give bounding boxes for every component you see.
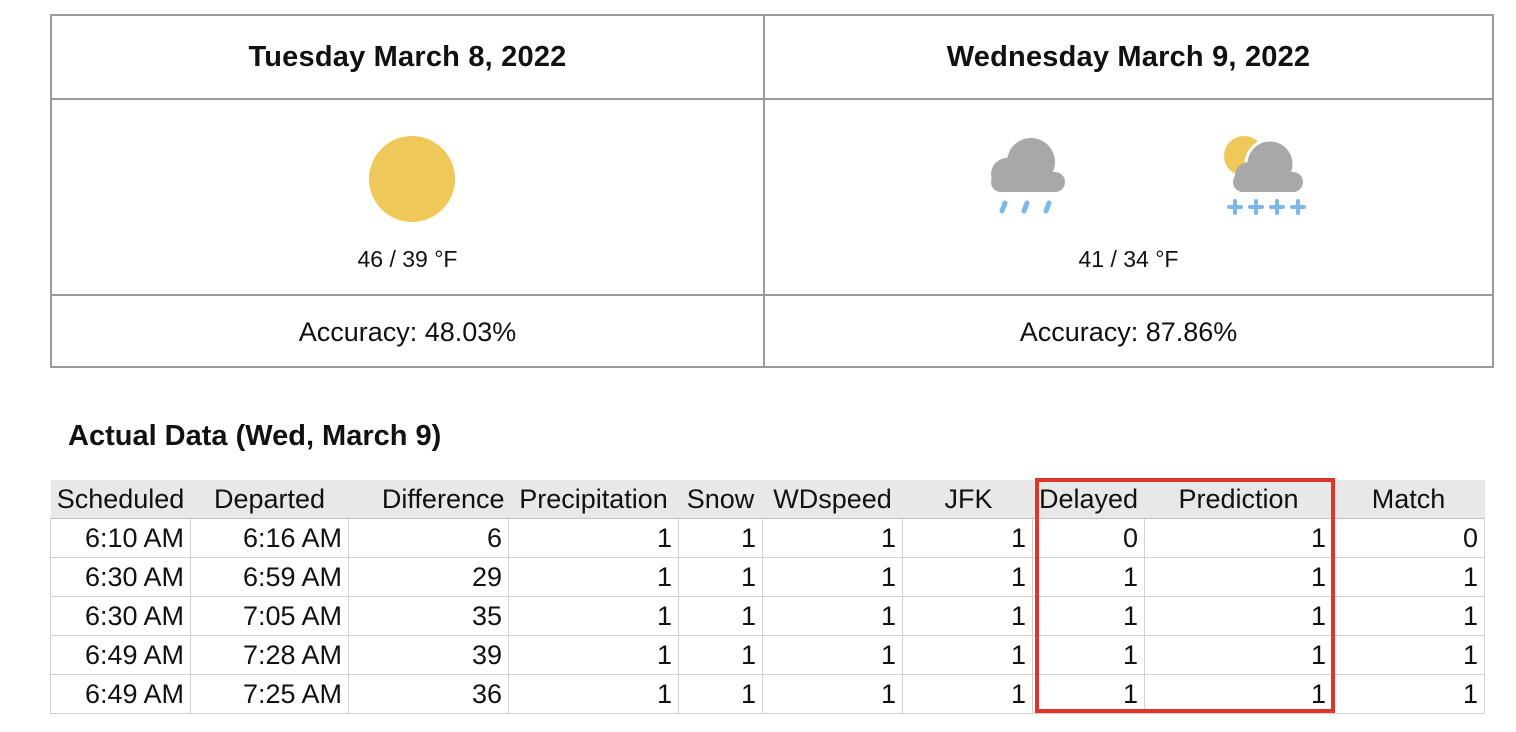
cell-difference: 35 bbox=[348, 596, 509, 636]
forecast-date: Wednesday March 9, 2022 bbox=[765, 16, 1492, 100]
forecast-temp: 46 / 39 °F bbox=[357, 246, 458, 272]
cell-snow: 1 bbox=[678, 518, 763, 558]
cell-departed: 7:25 AM bbox=[190, 674, 349, 714]
cell-difference: 6 bbox=[348, 518, 509, 558]
table-row: 6:30 AM 6:59 AM 29 1 1 1 1 1 1 1 bbox=[50, 557, 1485, 597]
forecast-icon-cell: 46 / 39 °F bbox=[52, 100, 763, 296]
cell-departed: 7:28 AM bbox=[190, 635, 349, 675]
column-header-precipitation: Precipitation bbox=[508, 480, 679, 519]
cell-precipitation: 1 bbox=[508, 518, 679, 558]
cell-jfk: 1 bbox=[902, 635, 1033, 675]
table-row: 6:49 AM 7:25 AM 36 1 1 1 1 1 1 1 bbox=[50, 674, 1485, 714]
cell-precipitation: 1 bbox=[508, 674, 679, 714]
cell-match: 1 bbox=[1332, 674, 1485, 714]
column-header-wdspeed: WDspeed bbox=[762, 480, 903, 519]
cell-scheduled: 6:30 AM bbox=[50, 596, 191, 636]
cell-precipitation: 1 bbox=[508, 635, 679, 675]
column-header-prediction: Prediction bbox=[1144, 480, 1333, 519]
cell-match: 0 bbox=[1332, 518, 1485, 558]
column-header-match: Match bbox=[1332, 480, 1485, 519]
cell-delayed: 1 bbox=[1032, 674, 1145, 714]
cell-jfk: 1 bbox=[902, 596, 1033, 636]
cell-scheduled: 6:49 AM bbox=[50, 635, 191, 675]
cell-wdspeed: 1 bbox=[762, 557, 903, 597]
cell-departed: 6:59 AM bbox=[190, 557, 349, 597]
table-row: 6:30 AM 7:05 AM 35 1 1 1 1 1 1 1 bbox=[50, 596, 1485, 636]
cell-wdspeed: 1 bbox=[762, 518, 903, 558]
cell-delayed: 0 bbox=[1032, 518, 1145, 558]
column-header-departed: Departed bbox=[190, 480, 349, 519]
cell-prediction: 1 bbox=[1144, 518, 1333, 558]
cell-delayed: 1 bbox=[1032, 635, 1145, 675]
cell-difference: 29 bbox=[348, 557, 509, 597]
column-header-scheduled: Scheduled bbox=[50, 480, 191, 519]
forecast-icon-cell: 41 / 34 °F bbox=[765, 100, 1492, 296]
column-header-snow: Snow bbox=[678, 480, 763, 519]
cell-prediction: 1 bbox=[1144, 557, 1333, 597]
cell-jfk: 1 bbox=[902, 674, 1033, 714]
cell-scheduled: 6:30 AM bbox=[50, 557, 191, 597]
forecast-accuracy: Accuracy: 48.03% bbox=[298, 316, 517, 347]
forecast-day-tuesday: Tuesday March 8, 2022 46 / 39 °F Accurac… bbox=[52, 16, 765, 366]
cell-snow: 1 bbox=[678, 635, 763, 675]
sun-icon bbox=[369, 136, 455, 222]
table-row: 6:10 AM 6:16 AM 6 1 1 1 1 0 1 0 bbox=[50, 518, 1485, 558]
cell-delayed: 1 bbox=[1032, 557, 1145, 597]
cell-delayed: 1 bbox=[1032, 596, 1145, 636]
snow-partly-cloudy-icon bbox=[1224, 136, 1306, 215]
column-header-delayed: Delayed bbox=[1032, 480, 1145, 519]
table-row: 6:49 AM 7:28 AM 39 1 1 1 1 1 1 1 bbox=[50, 635, 1485, 675]
column-header-jfk: JFK bbox=[902, 480, 1033, 519]
cell-prediction: 1 bbox=[1144, 635, 1333, 675]
cell-snow: 1 bbox=[678, 596, 763, 636]
cell-precipitation: 1 bbox=[508, 596, 679, 636]
cell-snow: 1 bbox=[678, 557, 763, 597]
cell-wdspeed: 1 bbox=[762, 596, 903, 636]
cell-departed: 7:05 AM bbox=[190, 596, 349, 636]
cell-match: 1 bbox=[1332, 557, 1485, 597]
cell-match: 1 bbox=[1332, 635, 1485, 675]
table-header-row: Scheduled Departed Difference Precipitat… bbox=[50, 480, 1485, 519]
forecast-accuracy: Accuracy: 87.86% bbox=[1019, 316, 1238, 347]
cell-jfk: 1 bbox=[902, 518, 1033, 558]
actual-data-title: Actual Data (Wed, March 9) bbox=[68, 420, 442, 452]
cell-wdspeed: 1 bbox=[762, 674, 903, 714]
cell-match: 1 bbox=[1332, 596, 1485, 636]
cell-wdspeed: 1 bbox=[762, 635, 903, 675]
forecast-table: Tuesday March 8, 2022 46 / 39 °F Accurac… bbox=[50, 14, 1494, 368]
actual-data-table: Scheduled Departed Difference Precipitat… bbox=[50, 480, 1485, 714]
rain-cloud-icon bbox=[991, 138, 1065, 214]
forecast-day-wednesday: Wednesday March 9, 2022 41 / 34 °F Accur… bbox=[765, 16, 1492, 366]
column-header-difference: Difference bbox=[348, 480, 509, 519]
cell-departed: 6:16 AM bbox=[190, 518, 349, 558]
cell-scheduled: 6:10 AM bbox=[50, 518, 191, 558]
cell-precipitation: 1 bbox=[508, 557, 679, 597]
cell-difference: 36 bbox=[348, 674, 509, 714]
cell-snow: 1 bbox=[678, 674, 763, 714]
cell-scheduled: 6:49 AM bbox=[50, 674, 191, 714]
cell-prediction: 1 bbox=[1144, 674, 1333, 714]
cell-difference: 39 bbox=[348, 635, 509, 675]
cell-jfk: 1 bbox=[902, 557, 1033, 597]
forecast-temp: 41 / 34 °F bbox=[1078, 246, 1179, 272]
cell-prediction: 1 bbox=[1144, 596, 1333, 636]
forecast-date: Tuesday March 8, 2022 bbox=[52, 16, 763, 100]
